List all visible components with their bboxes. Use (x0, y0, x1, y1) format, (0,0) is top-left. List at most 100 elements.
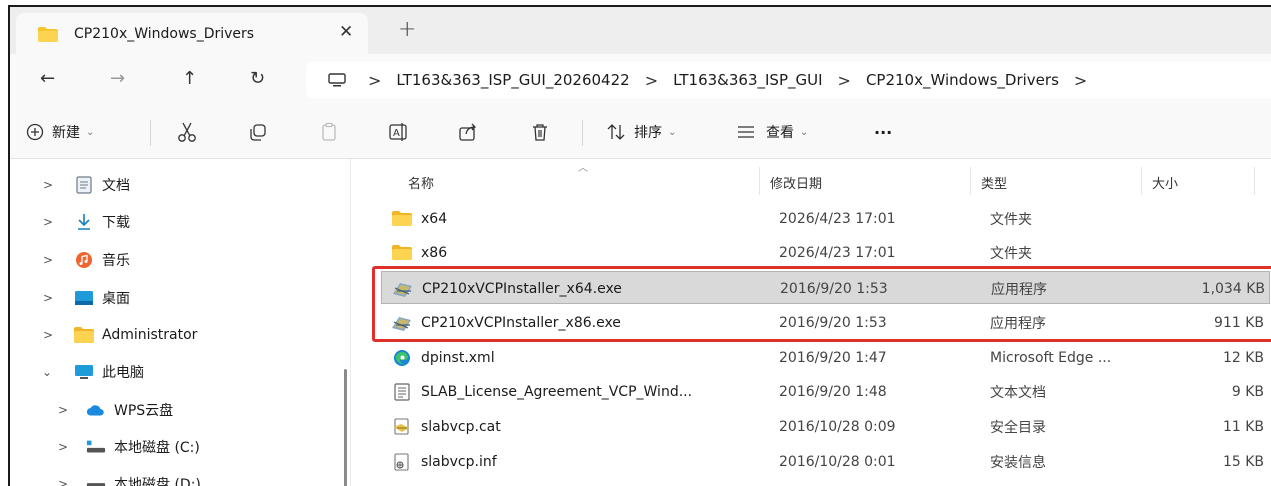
file-size: 11 KB (1222, 418, 1264, 435)
divider (582, 120, 583, 146)
column-header-type[interactable]: 类型 (981, 173, 1007, 192)
chevron-right-icon[interactable]: > (58, 477, 68, 486)
chevron-right-icon[interactable]: > (43, 328, 53, 342)
chevron-right-icon[interactable]: > (43, 215, 53, 229)
file-type: 应用程序 (991, 281, 1047, 298)
file-row[interactable]: SLAB_License_Agreement_VCP_Wind... 2016/… (381, 375, 1270, 408)
scissors-icon (178, 122, 196, 142)
navigation-pane: > 文档 > 下载 > 音乐 > 桌面 > Administrator ⌄ 此电… (10, 159, 342, 486)
text-file-icon (391, 382, 413, 401)
cloud-icon (86, 401, 106, 419)
sidebar-item-label: Administrator (102, 327, 198, 343)
file-size: 12 KB (1222, 349, 1264, 366)
chevron-down-icon: ⌄ (800, 126, 809, 138)
file-name: slabvcp.cat (421, 418, 501, 435)
sidebar-item-desktop[interactable]: > 桌面 (10, 280, 340, 316)
file-date: 2016/9/20 1:53 (780, 280, 888, 297)
sidebar-item-label: 本地磁盘 (D:) (114, 477, 201, 486)
up-button[interactable]: ↑ (182, 67, 197, 91)
folder-icon (38, 27, 58, 42)
cut-button[interactable] (176, 106, 198, 158)
file-date: 2016/9/20 1:53 (779, 314, 887, 331)
folder-icon (391, 210, 413, 228)
column-divider[interactable] (1141, 167, 1142, 195)
share-button[interactable] (458, 106, 478, 158)
column-divider[interactable] (970, 167, 971, 195)
sort-button-label: 排序 (634, 125, 662, 141)
tab-current-folder[interactable]: CP210x_Windows_Drivers ✕ (16, 13, 368, 55)
delete-button[interactable] (530, 106, 550, 158)
back-button[interactable]: ← (40, 67, 55, 91)
forward-button[interactable]: → (110, 67, 125, 91)
file-row[interactable]: dpinst.xml 2016/9/20 1:47 Microsoft Edge… (381, 341, 1270, 374)
sidebar-item-music[interactable]: > 音乐 (10, 242, 340, 278)
drive-icon (86, 475, 106, 486)
sidebar-item-administrator[interactable]: > Administrator (10, 317, 340, 353)
file-row-selected[interactable]: CP210xVCPInstaller_x64.exe 2016/9/20 1:5… (381, 271, 1270, 304)
new-button-label: 新建 (52, 125, 80, 141)
sort-button[interactable]: 排序 ⌄ (606, 106, 676, 158)
sidebar-item-this-pc[interactable]: ⌄ 此电脑 (10, 354, 340, 390)
sidebar-item-drive-c[interactable]: > 本地磁盘 (C:) (10, 429, 340, 465)
chevron-right-icon[interactable]: > (58, 440, 68, 454)
rename-button[interactable]: A (388, 106, 410, 158)
file-date: 2016/10/28 0:09 (779, 418, 896, 435)
folder-icon (74, 326, 94, 344)
refresh-button[interactable]: ↻ (250, 67, 265, 91)
copy-button[interactable] (248, 106, 268, 158)
download-icon (74, 213, 94, 231)
breadcrumb-item[interactable]: LT163&363_ISP_GUI (673, 71, 822, 89)
column-header-name[interactable]: 名称 (408, 173, 434, 192)
file-row[interactable]: slabvcp.inf 2016/10/28 0:01 安装信息 15 KB (381, 445, 1270, 478)
folder-icon (391, 244, 413, 262)
file-row[interactable]: x86 2026/4/23 17:01 文件夹 (381, 236, 1270, 269)
sidebar-item-label: WPS云盘 (114, 403, 174, 419)
paste-icon (322, 122, 336, 141)
file-size (1141, 202, 1264, 235)
file-name: CP210xVCPInstaller_x86.exe (421, 314, 621, 331)
drive-icon (86, 438, 106, 456)
column-header-size[interactable]: 大小 (1152, 173, 1178, 192)
paste-button[interactable] (320, 106, 340, 158)
file-type: 应用程序 (990, 315, 1046, 332)
file-type: Microsoft Edge ... (990, 349, 1112, 366)
file-name: CP210xVCPInstaller_x64.exe (422, 280, 622, 297)
column-header-date[interactable]: 修改日期 (770, 173, 822, 192)
close-tab-button[interactable]: ✕ (339, 22, 353, 42)
breadcrumb[interactable]: > LT163&363_ISP_GUI_20260422 > LT163&363… (306, 62, 1271, 98)
chevron-right-icon[interactable]: > (43, 291, 53, 305)
chevron-down-icon: ⌄ (668, 126, 677, 138)
file-size (1141, 236, 1264, 269)
breadcrumb-item[interactable]: LT163&363_ISP_GUI_20260422 (396, 71, 629, 89)
sidebar-scrollbar[interactable] (344, 369, 347, 486)
svg-text:A: A (393, 128, 400, 139)
chevron-right-icon[interactable]: > (43, 178, 53, 192)
chevron-right-icon[interactable]: > (58, 403, 68, 417)
sidebar-item-wps-cloud[interactable]: > WPS云盘 (10, 392, 340, 428)
file-size: 911 KB (1214, 314, 1264, 331)
chevron-down-icon[interactable]: ⌄ (42, 365, 52, 379)
breadcrumb-item[interactable]: CP210x_Windows_Drivers (866, 71, 1059, 89)
column-divider[interactable] (759, 167, 760, 195)
document-icon (74, 176, 94, 194)
sidebar-item-downloads[interactable]: > 下载 (10, 204, 340, 240)
file-date: 2016/10/28 0:01 (779, 453, 896, 470)
file-row[interactable]: CP210xVCPInstaller_x86.exe 2016/9/20 1:5… (381, 306, 1270, 339)
sidebar-item-documents[interactable]: > 文档 (10, 167, 340, 203)
file-name: slabvcp.inf (421, 453, 497, 470)
address-bar-row: ← → ↑ ↻ > LT163&363_ISP_GUI_20260422 > L… (10, 54, 1271, 106)
view-button-label: 查看 (766, 125, 794, 141)
file-row[interactable]: slabvcp.cat 2016/10/28 0:09 安全目录 11 KB (381, 410, 1270, 443)
installer-icon (391, 314, 413, 332)
new-button[interactable]: 新建 ⌄ (26, 106, 94, 158)
chevron-right-icon[interactable]: > (43, 253, 53, 267)
view-button[interactable]: 查看 ⌄ (736, 106, 808, 158)
more-options-button[interactable]: ··· (874, 106, 892, 158)
file-type: 文本文档 (990, 384, 1046, 401)
column-divider[interactable] (1254, 167, 1255, 195)
file-row[interactable]: x64 2026/4/23 17:01 文件夹 (381, 202, 1270, 235)
new-tab-button[interactable]: + (398, 19, 416, 41)
column-headers: ︿ 名称 修改日期 类型 大小 (356, 159, 1271, 201)
file-size: 15 KB (1222, 453, 1264, 470)
sidebar-item-drive-d[interactable]: > 本地磁盘 (D:) (10, 466, 340, 486)
